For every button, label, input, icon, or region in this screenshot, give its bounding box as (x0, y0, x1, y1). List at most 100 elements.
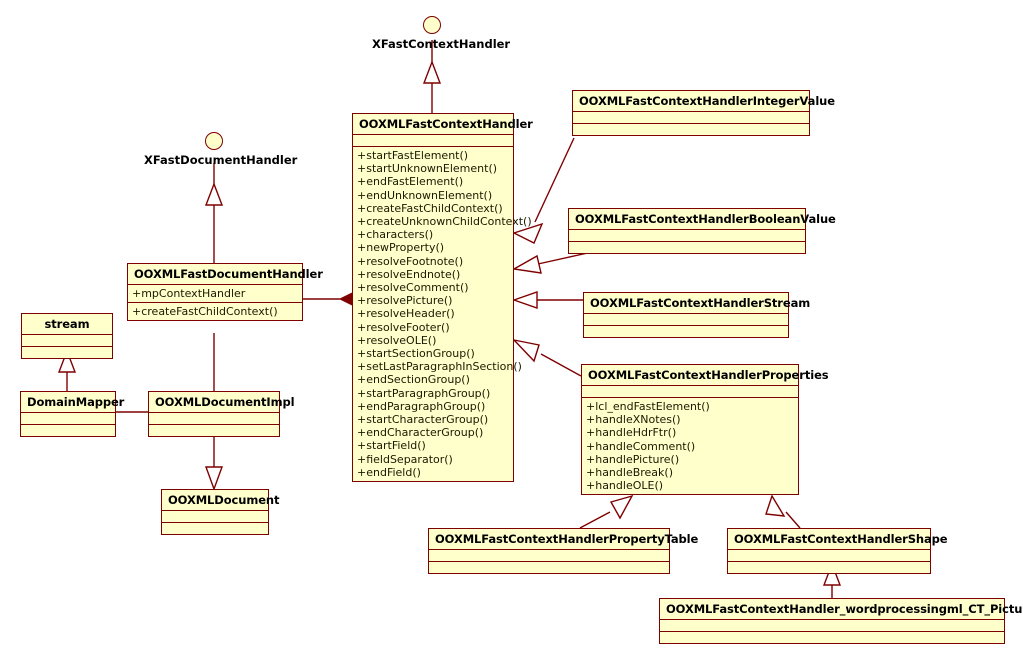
attributes-compartment (22, 335, 112, 346)
operations-compartment (584, 326, 788, 337)
operation: +resolveOLE() (357, 333, 437, 347)
attributes-compartment (429, 550, 669, 561)
class-name: OOXMLFastContextHandlerPropertyTable (435, 532, 699, 546)
operation: +resolveFootnote() (357, 254, 464, 268)
class-name: OOXMLFastDocumentHandler (134, 267, 323, 281)
interface-ball-icon (205, 132, 223, 150)
operation: +fieldSeparator() (357, 452, 453, 466)
operation: +resolveComment() (357, 281, 469, 295)
operation: +lcl_endFastElement() (586, 400, 710, 413)
class-name: OOXMLDocumentImpl (155, 395, 295, 409)
operation: +startSectionGroup() (357, 347, 475, 361)
operations-compartment (660, 632, 1004, 643)
generalization-arrowhead (609, 494, 634, 520)
operations-compartment: +startFastElement() +startUnknownElement… (353, 147, 532, 481)
class-ooxmldocument[interactable]: OOXMLDocument (161, 489, 280, 535)
operation: +startFastElement() (357, 149, 469, 162)
operation: +startParagraphGroup() (357, 386, 491, 400)
operation: +startCharacterGroup() (357, 413, 489, 427)
class-name: OOXMLFastContextHandler_wordprocessingml… (666, 602, 1023, 616)
operation: +characters() (357, 228, 434, 242)
class-name: OOXMLFastContextHandlerProperties (588, 368, 829, 382)
class-ooxmlfastcontexthandler[interactable]: OOXMLFastContextHandler +startFastElemen… (352, 113, 533, 483)
attributes-compartment (728, 550, 930, 561)
class-name: OOXMLFastContextHandlerShape (734, 532, 948, 546)
operation: +startUnknownElement() (357, 162, 498, 176)
operation: +handleBreak() (586, 466, 673, 480)
operations-compartment: +createFastChildContext() (128, 303, 302, 320)
operation: +createFastChildContext() (132, 305, 278, 319)
class-ooxmlfastcontexthandlerproperties[interactable]: OOXMLFastContextHandlerProperties +lcl_e… (581, 364, 829, 496)
operations-compartment (569, 242, 805, 253)
operations-compartment (573, 124, 809, 135)
attributes-compartment (353, 135, 513, 146)
uml-class-diagram: XFastContextHandler XFastDocumentHandler… (0, 0, 1023, 662)
realization-arrowhead (204, 182, 224, 206)
class-name: OOXMLDocument (168, 493, 280, 507)
operations-compartment (149, 425, 279, 436)
operation: +endCharacterGroup() (357, 426, 484, 440)
operation: +newProperty() (357, 241, 445, 255)
class-domainmapper[interactable]: DomainMapper (20, 391, 124, 437)
operations-compartment (162, 523, 268, 534)
edge-shape-properties (785, 511, 801, 529)
operation: +resolveEndnote() (357, 267, 461, 281)
operation: +endSectionGroup() (357, 373, 470, 387)
attribute: +mpContextHandler (132, 287, 246, 300)
class-ooxmlfastdocumenthandler[interactable]: OOXMLFastDocumentHandler +mpContextHandl… (127, 263, 323, 322)
class-name: OOXMLFastContextHandlerBooleanValue (575, 212, 836, 226)
operation: +endParagraphGroup() (357, 399, 486, 413)
operation: +createUnknownChildContext() (357, 215, 532, 229)
operation: +handleXNotes() (586, 413, 681, 427)
operation: +endFastElement() (357, 175, 464, 189)
operation: +endUnknownElement() (357, 188, 493, 202)
class-ooxmlfastcontexthandlershape[interactable]: OOXMLFastContextHandlerShape (727, 528, 948, 574)
generalization-arrowhead (511, 291, 538, 309)
interface-xfastcontexthandler[interactable]: XFastContextHandler (372, 16, 511, 51)
operations-compartment (21, 425, 115, 436)
operation: +setLastParagraphInSection() (357, 360, 522, 374)
generalization-arrowhead (205, 466, 223, 492)
operation: +resolvePicture() (357, 294, 453, 308)
operation: +createFastChildContext() (357, 201, 503, 215)
edge-properties-contexthandler (540, 353, 582, 377)
class-name: OOXMLFastContextHandlerStream (590, 296, 811, 310)
class-stream[interactable]: stream (21, 313, 113, 359)
attributes-compartment (573, 112, 809, 123)
interface-label: XFastDocumentHandler (144, 153, 298, 167)
class-name: stream (44, 317, 90, 331)
operation: +resolveHeader() (357, 307, 455, 321)
class-name: OOXMLFastContextHandler (359, 117, 533, 131)
class-ooxmlfastcontexthandlerintegervalue[interactable]: OOXMLFastContextHandlerIntegerValue (572, 90, 835, 136)
generalization-arrowhead (511, 338, 540, 363)
operation: +handleComment() (586, 439, 696, 453)
class-ooxmlfastcontexthandlerbooleanvalue[interactable]: OOXMLFastContextHandlerBooleanValue (568, 208, 836, 254)
class-ooxmlfastcontexthandlerstream[interactable]: OOXMLFastContextHandlerStream (583, 292, 811, 338)
attributes-compartment (582, 386, 798, 397)
attributes-compartment: +mpContextHandler (128, 285, 302, 302)
edge-propertytable-properties (579, 511, 611, 529)
class-ooxmlfastcontexthandlerpropertytable[interactable]: OOXMLFastContextHandlerPropertyTable (428, 528, 699, 574)
operation: +handlePicture() (586, 452, 680, 466)
class-ooxmlfastcontexthandler-wordprocessingml-ct-picture[interactable]: OOXMLFastContextHandler_wordprocessingml… (659, 598, 1023, 644)
attributes-compartment (162, 511, 268, 522)
operations-compartment (429, 562, 669, 573)
realization-arrowhead (422, 60, 442, 84)
interface-xfastdocumenthandler[interactable]: XFastDocumentHandler (144, 132, 298, 167)
interface-label: XFastContextHandler (372, 37, 511, 51)
operations-compartment (22, 347, 112, 358)
class-ooxmldocumentimpl[interactable]: OOXMLDocumentImpl (148, 391, 295, 437)
attributes-compartment (21, 413, 115, 424)
operation: +endField() (357, 465, 421, 479)
class-name: OOXMLFastContextHandlerIntegerValue (579, 94, 835, 108)
attributes-compartment (660, 620, 1004, 631)
attributes-compartment (569, 230, 805, 241)
generalization-arrowhead (511, 254, 542, 274)
interface-ball-icon (423, 16, 441, 34)
attributes-compartment (149, 413, 279, 424)
attributes-compartment (584, 314, 788, 325)
operation: +startField() (357, 439, 426, 453)
generalization-arrowhead (765, 494, 786, 517)
operations-compartment: +lcl_endFastElement() +handleXNotes() +h… (582, 398, 798, 494)
operations-compartment (728, 562, 930, 573)
